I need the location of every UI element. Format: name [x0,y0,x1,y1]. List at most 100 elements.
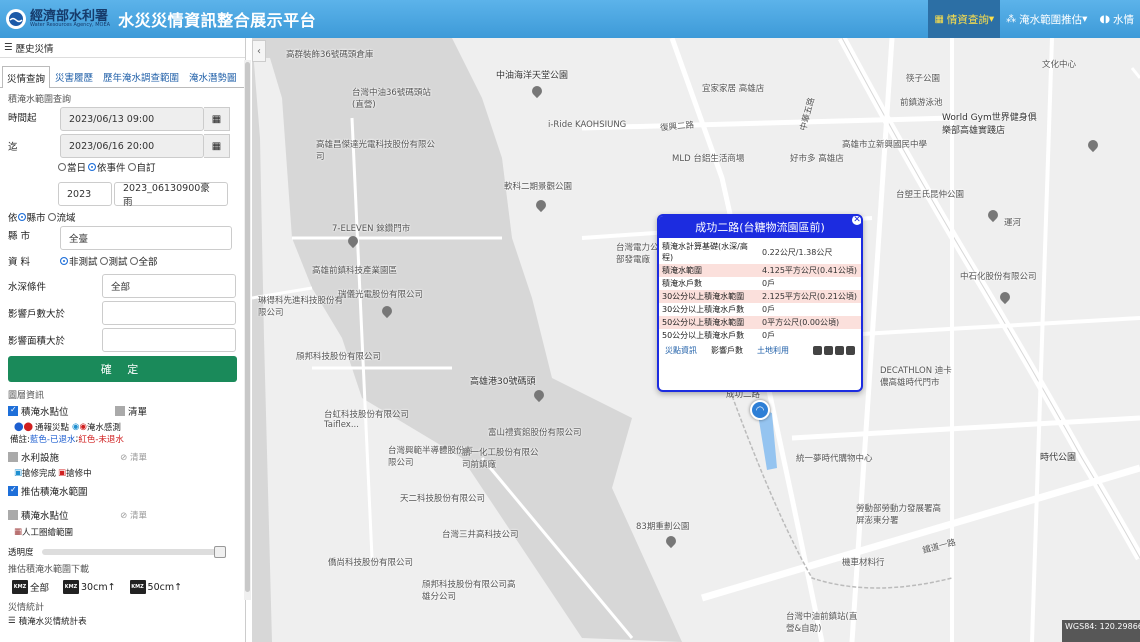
flood-points2-list-button[interactable]: ⊘ 清單 [120,509,147,521]
legend-note-prefix: 備註: [10,435,30,445]
map-label: 僑尚科技股份有限公司 [328,558,414,568]
region-prefix: 依 [8,213,18,224]
water-facility-list-button[interactable]: ⊘ 清單 [120,451,147,463]
map-label: 筷子公園 [906,74,941,84]
calendar-icon[interactable]: ▦ [204,134,230,158]
county-select[interactable]: 全臺 [60,226,232,250]
sensor-icon: ◉ [72,422,80,432]
kmz-download-50-icon[interactable] [846,346,855,355]
opacity-slider-handle[interactable] [213,546,226,558]
agency-logo[interactable]: 經濟部水利署 Water Resources Agency, MOEA [6,9,110,29]
map-label: 7-ELEVEN 錸鑽門市 [332,224,411,234]
popup-row-value: 4.125平方公尺(0.41公頃) [759,264,861,277]
manual-legend: ▦ 人工圈繪範圍 [0,526,245,538]
sidebar-scrollbar[interactable] [244,60,251,600]
list-icon: ☰ [8,616,16,626]
map-canvas[interactable]: 高群裝飾36號碼頭倉庫 中油海洋天堂公園 台灣中油36號碼頭站(直營) 高雄昌傑… [252,38,1140,642]
layer-water-facility-label: 水利設施 [21,453,60,464]
chevron-left-icon: ‹ [257,45,261,57]
manual-area-icon: ▦ [14,527,23,537]
popup-row-key: 積淹水範圍 [659,264,759,277]
radio-test[interactable]: 測試 [99,254,128,268]
depth-select[interactable]: 全部 [102,274,236,298]
table-row: 積淹水範圍 4.125平方公尺(0.41公頃) [659,264,861,277]
history-header[interactable]: ☰ 歷史災情 [0,38,245,58]
download-30cm-kmz[interactable]: KMZ 30cm↑ [63,580,116,594]
households-input[interactable] [102,301,236,325]
start-time-label: 時間起 [8,113,37,124]
coordinate-readout: WGS84: 120.29866 TWD97: 177889, 2 [1062,620,1140,642]
calendar-icon[interactable]: ▦ [204,107,230,131]
tab-flood-potential[interactable]: 淹水潛勢圖 [184,66,242,87]
tab-disaster-query[interactable]: 災情查詢 [2,66,51,88]
radio-by-event[interactable]: 依事件 [88,160,126,174]
popup-row-key: 30公分以上積淹水範圍 [659,290,759,303]
opacity-label: 透明度 [8,548,34,558]
map-label: World Gym世界健身俱樂部高雄實踐店 [942,113,1037,136]
sidebar-scrollbar-thumb[interactable] [245,62,250,592]
kmz-download-icon[interactable] [824,346,833,355]
confirm-button[interactable]: 確 定 [8,356,237,382]
download-all-label: 全部 [30,583,50,594]
map-label: 機車材料行 [842,558,885,568]
area-input[interactable] [102,328,236,352]
map-label: 台灣中油前鎮站(直營&自助) [786,612,858,634]
map-label: 天二科技股份有限公司 [400,494,486,504]
end-time-input[interactable]: 2023/06/16 20:00 [60,134,204,158]
nav-water-status[interactable]: ◖◗ 水情 [1093,0,1140,38]
stats-item[interactable]: ☰ 積淹水災情統計表 [0,615,245,627]
tab-disaster-history[interactable]: 災害履歷 [50,66,98,87]
layer-flood-points-checkbox[interactable]: 積淹水點位 [8,404,69,418]
year-select[interactable]: 2023 [58,182,112,206]
radio-county[interactable]: 縣市 [17,210,46,224]
download-30cm-label: 30cm↑ [81,581,116,593]
radio-all[interactable]: 全部 [129,254,158,268]
popup-row-key: 50公分以上積淹水戶數 [662,331,745,340]
popup-row-value: 0.22公尺/1.38公尺 [762,247,833,257]
tab-annual-flood-survey[interactable]: 歷年淹水調查範圍 [98,66,184,87]
radio-by-event-label: 依事件 [97,163,126,174]
opacity-slider[interactable] [41,546,226,558]
map-label: 文化中心 [1042,60,1077,70]
nav-info-query[interactable]: ▦ 情資查詢 ▾ [928,0,1001,38]
popup-row-key: 積淹水戶數 [662,279,702,288]
layer-flood-points2-checkbox[interactable]: 積淹水點位 [8,508,69,522]
map-label: 頎邦科技股份有限公司 [296,352,382,362]
radio-custom[interactable]: 自訂 [127,160,156,174]
layer-flood-points-label: 積淹水點位 [21,407,69,418]
download-50cm-kmz[interactable]: KMZ 50cm↑ [129,580,182,594]
radio-today[interactable]: 當日 [58,160,86,174]
legend-report-label: 通報災點 [35,423,70,433]
layer-water-facility-checkbox[interactable]: 水利設施 [8,450,59,464]
start-time-input[interactable]: 2023/06/13 09:00 [60,107,204,131]
radio-basin[interactable]: 流域 [47,210,76,224]
layer-estimated-checkbox[interactable]: 推估積淹水範圍 [8,484,88,498]
disaster-info-link[interactable]: 災點資訊 [665,345,697,356]
repaired-icon: ▣ [14,468,23,478]
county-label: 縣 市 [8,231,31,242]
map-label: 高雄前鎮科技產業園區 [312,266,398,276]
download-all-kmz[interactable]: KMZ 全部 [12,580,49,594]
nav-flood-estimation[interactable]: ⁂ 淹水範圍推估 ▾ [1000,0,1093,38]
affected-households-link[interactable]: 影響戶數 [711,345,743,356]
land-use-link[interactable]: 土地利用 [757,345,789,356]
layer-list-button[interactable]: 清單 [114,404,147,418]
camera-icon[interactable] [813,346,822,355]
popup-row-value: 2.125平方公尺(0.21公頃) [759,290,861,303]
app-title: 水災災情資訊整合展示平台 [118,11,317,30]
gauge-icon: ◖◗ [1099,13,1110,25]
legend-note: 備註: 藍色-已退水 ; 紅色-未退水 [0,433,245,445]
layer-flood-points2-label: 積淹水點位 [21,511,69,522]
event-select[interactable]: 2023_06130900豪雨 [114,182,228,208]
table-row: 積淹水戶數 0戶 [659,277,861,290]
flood-sensor-marker[interactable]: ◠ [750,400,770,420]
map-label: 中油海洋天堂公園 [496,71,569,81]
radio-non-test[interactable]: 非測試 [60,254,98,268]
collapse-sidebar-button[interactable]: ‹ [252,40,266,62]
legend-repaired-label: 搶修完成 [22,469,57,479]
map-label: 宜家家居 高雄店 [702,84,765,94]
kmz-download-30-icon[interactable] [835,346,844,355]
map-label: 台虹科技股份有限公司Taiflex... [324,410,410,430]
popup-actions [813,346,855,355]
close-icon[interactable]: ✕ [851,216,861,226]
